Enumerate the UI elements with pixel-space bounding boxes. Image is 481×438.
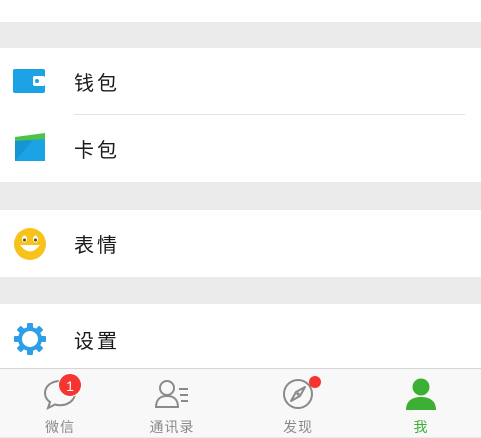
menu-section-top — [0, 0, 481, 22]
album-icon — [16, 0, 44, 6]
menu-item-label: 设置 — [74, 328, 120, 353]
menu-item-wallet[interactable]: 钱包 — [0, 48, 481, 114]
menu-item-label: 卡包 — [74, 137, 120, 162]
menu-item-sticker[interactable]: 表情 — [0, 210, 481, 277]
menu-section-settings: 设置 — [0, 304, 481, 368]
menu-item-settings[interactable]: 设置 — [0, 304, 481, 374]
menu-item-label: 钱包 — [74, 70, 120, 95]
tab-label: 通讯录 — [149, 420, 195, 436]
wallet-icon — [13, 64, 47, 98]
menu-item-cards[interactable]: 卡包 — [0, 115, 481, 181]
contacts-icon — [154, 377, 190, 411]
tab-chats[interactable]: 1 微信 — [0, 369, 120, 438]
card-icon — [13, 131, 47, 165]
tab-label: 微信 — [45, 420, 75, 436]
tab-label: 发现 — [283, 420, 313, 436]
me-page: 钱包 卡包 表情 设置 1 微信 通讯录 发现 我 — [0, 0, 481, 437]
gear-icon — [13, 322, 47, 356]
unread-badge: 1 — [58, 373, 82, 397]
menu-section-sticker: 表情 — [0, 210, 481, 277]
tab-contacts[interactable]: 通讯录 — [112, 369, 232, 438]
new-dot-badge — [309, 376, 321, 388]
menu-item-label: 表情 — [74, 233, 120, 257]
tab-me[interactable]: 我 — [361, 369, 481, 438]
menu-section-payment: 钱包 卡包 — [0, 48, 481, 182]
tab-discover[interactable]: 发现 — [238, 369, 358, 438]
person-icon — [403, 377, 439, 411]
smiley-icon — [13, 227, 47, 261]
bottom-tab-bar: 1 微信 通讯录 发现 我 — [0, 368, 481, 437]
tab-label: 我 — [413, 420, 429, 436]
